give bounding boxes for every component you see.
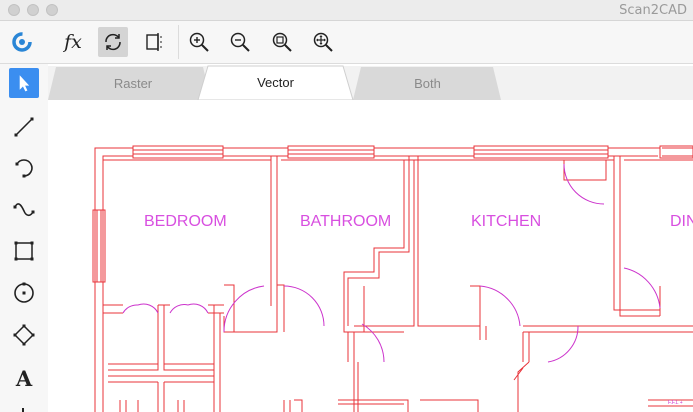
circle-tool-icon	[14, 282, 34, 303]
zoom-pan-icon	[313, 32, 333, 52]
main-toolbar: fx	[0, 21, 693, 64]
select-pointer-icon	[19, 75, 30, 92]
text-tool-icon: A	[15, 365, 33, 391]
curve-tool-button[interactable]	[9, 195, 39, 225]
function-fx-icon: fx	[64, 31, 82, 53]
polygon-tool-button[interactable]	[9, 320, 39, 350]
polygon-tool-icon	[13, 324, 35, 346]
rotate-button[interactable]	[98, 27, 128, 57]
tab-raster-label: Raster	[113, 75, 153, 91]
flip-icon	[146, 33, 162, 51]
rectangle-tool-button[interactable]	[9, 236, 39, 266]
arc-tool-icon	[15, 159, 33, 178]
zoom-fit-icon	[272, 32, 292, 52]
select-tool-button[interactable]	[9, 68, 39, 98]
rectangle-tool-icon	[14, 241, 34, 261]
room-label-dining: DIN	[670, 213, 693, 230]
rotate-icon	[105, 33, 121, 51]
line-tool-icon	[14, 117, 34, 137]
floor-level-note: F.F.L +	[668, 400, 683, 406]
tab-both[interactable]: Both	[360, 70, 495, 96]
floor-plan-drawing: BEDROOM BATHROOM KITCHEN DIN F.F.L +	[92, 145, 693, 412]
arc-tool-button[interactable]	[9, 153, 39, 183]
room-label-kitchen: KITCHEN	[471, 213, 541, 230]
app-logo-button[interactable]	[7, 27, 37, 57]
close-window-button[interactable]	[8, 4, 20, 16]
tab-vector-label: Vector	[257, 74, 294, 90]
room-label-bedroom: BEDROOM	[144, 213, 227, 230]
app-logo-icon	[12, 32, 32, 52]
flip-button[interactable]	[139, 27, 169, 57]
curve-tool-icon	[13, 203, 35, 217]
tab-raster[interactable]: Raster	[58, 70, 208, 96]
zoom-out-icon	[230, 32, 250, 52]
drawing-canvas[interactable]: BEDROOM BATHROOM KITCHEN DIN F.F.L +	[48, 100, 693, 412]
toolbar-separator	[178, 25, 179, 59]
window-title: Scan2CAD	[619, 3, 687, 18]
zoom-pan-button[interactable]	[308, 27, 338, 57]
function-button[interactable]: fx	[58, 27, 88, 57]
more-tools-indicator	[22, 408, 24, 412]
line-tool-button[interactable]	[9, 112, 39, 142]
minimize-window-button[interactable]	[27, 4, 39, 16]
text-tool-button[interactable]: A	[9, 363, 39, 393]
view-tab-bar: Raster Vector Both	[48, 64, 693, 100]
room-label-bathroom: BATHROOM	[300, 213, 391, 230]
zoom-out-button[interactable]	[225, 27, 255, 57]
zoom-in-button[interactable]	[184, 27, 214, 57]
zoom-window-button[interactable]	[46, 4, 58, 16]
zoom-fit-button[interactable]	[267, 27, 297, 57]
tab-vector[interactable]: Vector	[208, 69, 343, 95]
tab-both-label: Both	[414, 75, 441, 91]
zoom-in-icon	[189, 32, 209, 52]
title-bar: Scan2CAD	[0, 0, 693, 21]
left-tool-panel: A	[0, 64, 48, 412]
circle-tool-button[interactable]	[9, 278, 39, 308]
